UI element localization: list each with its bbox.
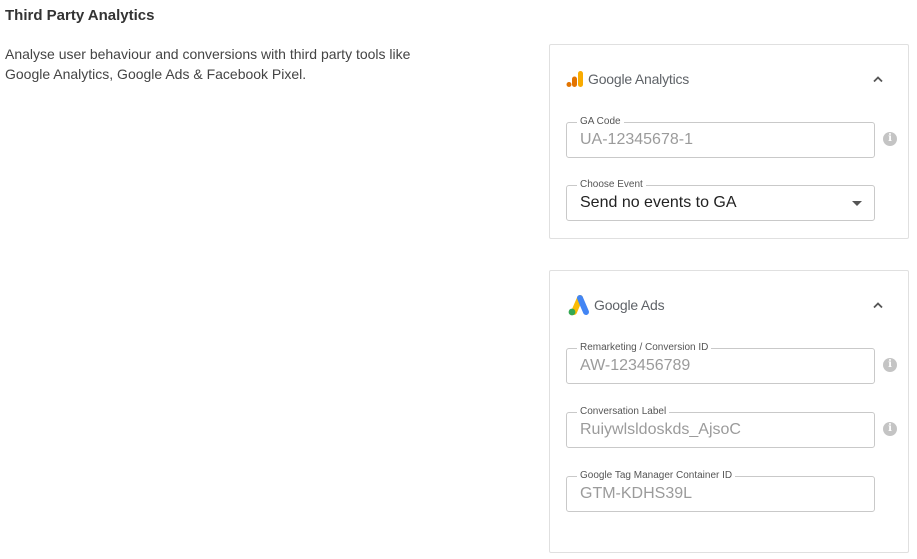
conversation-label-field[interactable]: Conversation Label Ruiywlsldoskds_AjsoC: [566, 405, 875, 448]
google-ads-header[interactable]: Google Ads: [566, 291, 892, 319]
gtm-container-label: Google Tag Manager Container ID: [577, 469, 736, 483]
google-ads-brand: Google Ads: [594, 297, 665, 313]
dropdown-arrow-icon[interactable]: [852, 201, 862, 206]
ga-code-value[interactable]: UA-12345678-1: [580, 131, 693, 149]
conversion-id-label: Remarketing / Conversion ID: [577, 341, 712, 355]
conversion-id-field[interactable]: Remarketing / Conversion ID AW-123456789: [566, 341, 875, 384]
conversion-id-info-icon[interactable]: i: [883, 358, 897, 372]
google-analytics-header[interactable]: Google Analytics: [566, 65, 892, 93]
gtm-container-field[interactable]: Google Tag Manager Container ID GTM-KDHS…: [566, 469, 875, 512]
choose-event-value[interactable]: Send no events to GA: [580, 194, 737, 212]
ga-code-label: GA Code: [577, 115, 624, 129]
choose-event-label: Choose Event: [577, 178, 646, 192]
conversion-id-value[interactable]: AW-123456789: [580, 357, 690, 375]
conversation-label-label: Conversation Label: [577, 405, 670, 419]
chevron-up-icon[interactable]: [868, 69, 888, 89]
google-analytics-logo-icon: [566, 70, 584, 88]
google-analytics-card: Google Analytics GA Code UA-12345678-1 i…: [549, 44, 909, 239]
gtm-container-value[interactable]: GTM-KDHS39L: [580, 485, 692, 503]
section-description: Analyse user behaviour and conversions w…: [5, 46, 411, 82]
google-analytics-brand: Google Analytics: [588, 71, 690, 87]
google-ads-card: Google Ads Remarketing / Conversion ID A…: [549, 270, 909, 553]
google-ads-logo-icon: [566, 294, 590, 316]
section-title: Third Party Analytics: [5, 7, 155, 24]
ga-code-info-icon[interactable]: i: [883, 132, 897, 146]
conversation-label-info-icon[interactable]: i: [883, 422, 897, 436]
choose-event-select[interactable]: Choose Event Send no events to GA: [566, 178, 875, 221]
conversation-label-value[interactable]: Ruiywlsldoskds_AjsoC: [580, 421, 741, 439]
ga-code-field[interactable]: GA Code UA-12345678-1: [566, 115, 875, 158]
chevron-up-icon[interactable]: [868, 295, 888, 315]
